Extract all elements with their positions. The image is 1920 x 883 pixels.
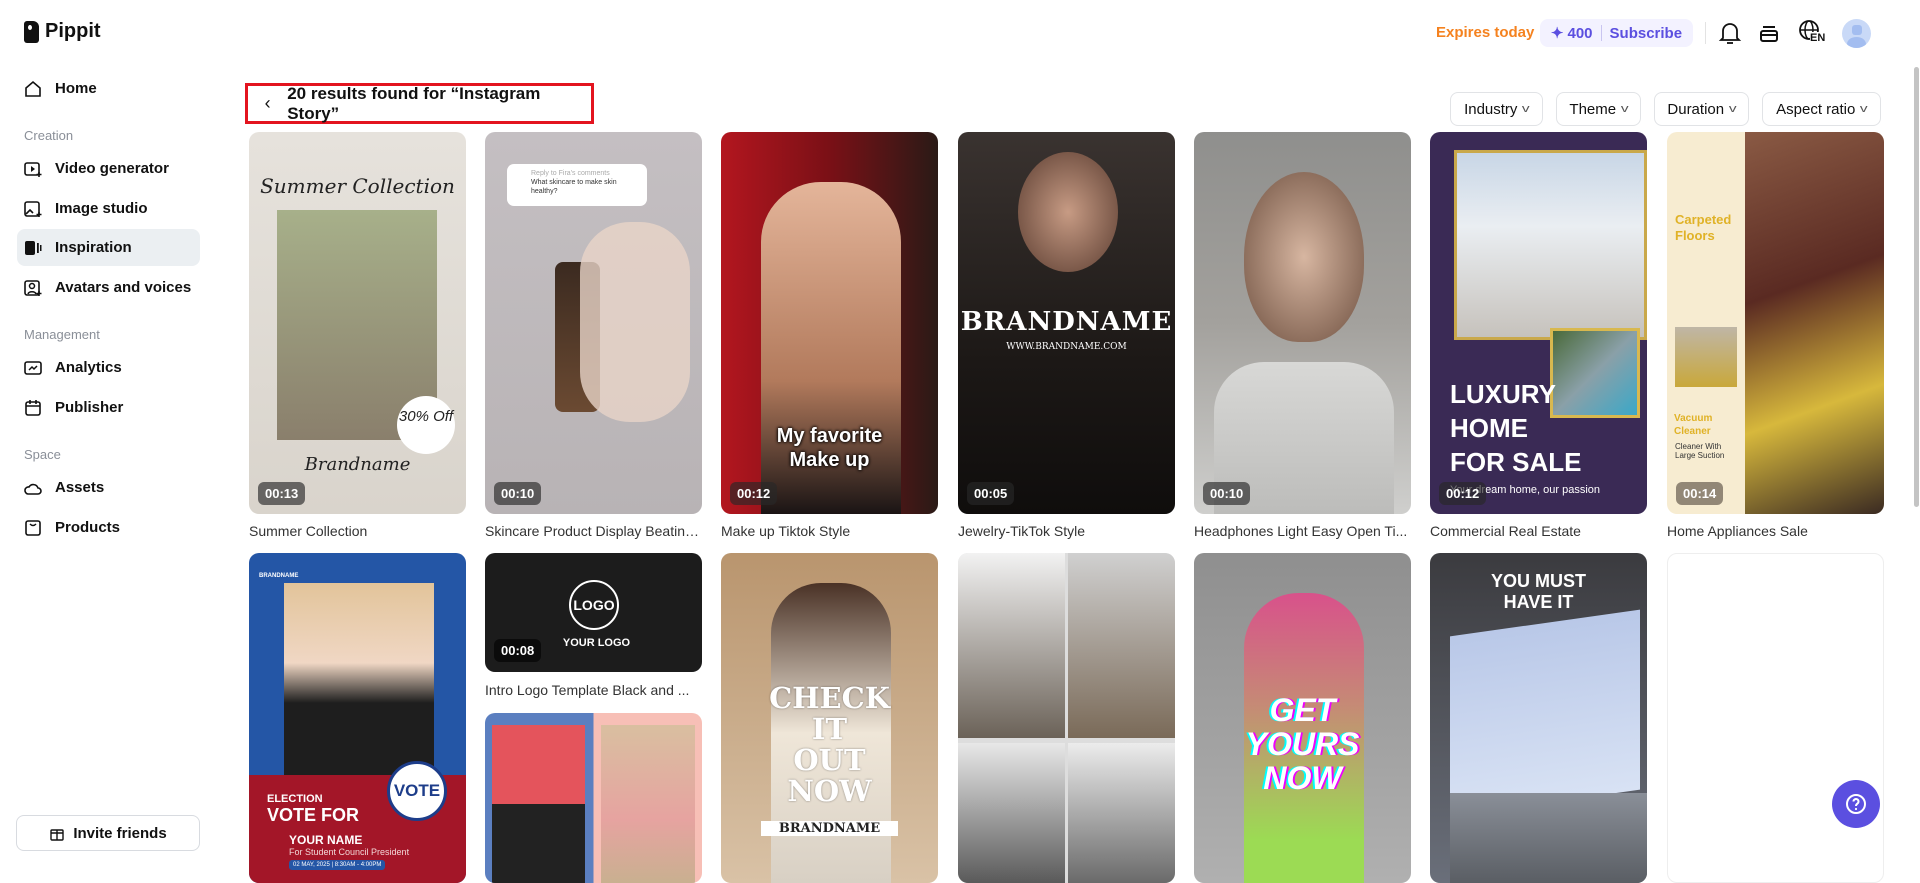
card-thumbnail — [1244, 172, 1364, 342]
card-title[interactable]: Intro Logo Template Black and ... — [485, 682, 702, 698]
language-button[interactable]: EN — [1798, 19, 1828, 47]
sidebar-item-inspiration[interactable]: Inspiration — [17, 229, 200, 266]
search-results-heading: ‹ 20 results found for “Instagram Story” — [245, 83, 594, 124]
template-card[interactable]: BRANDNAME VOTE ELECTION VOTE FOR YOUR NA… — [249, 553, 466, 883]
video-plus-icon — [24, 161, 42, 177]
sidebar-item-assets[interactable]: Assets — [17, 469, 200, 506]
analytics-icon — [24, 360, 42, 375]
template-card[interactable]: LOGO YOUR LOGO 00:08 — [485, 553, 702, 672]
sidebar-item-video-generator[interactable]: Video generator — [17, 150, 200, 187]
duration-badge: 00:13 — [258, 482, 306, 505]
filter-theme[interactable]: Theme v — [1556, 92, 1641, 126]
invite-friends-button[interactable]: Invite friends — [16, 815, 200, 851]
chevron-down-icon: v — [1728, 103, 1737, 115]
duration-badge: 00:05 — [967, 482, 1015, 505]
card-title[interactable]: Home Appliances Sale — [1667, 523, 1884, 539]
card-title[interactable]: Headphones Light Easy Open Ti... — [1194, 523, 1411, 539]
card-title[interactable]: Jewelry-TikTok Style — [958, 523, 1175, 539]
duration-badge: 00:08 — [494, 639, 542, 662]
template-card[interactable]: Summer Collection 30% Off Brandname 00:1… — [249, 132, 466, 514]
card-thumbnail — [1454, 150, 1647, 340]
sidebar-item-publisher[interactable]: Publisher — [17, 389, 200, 426]
chevron-down-icon: v — [1620, 103, 1629, 115]
logo-icon — [24, 20, 39, 43]
filter-industry[interactable]: Industry v — [1450, 92, 1543, 126]
wallet-icon[interactable] — [1756, 20, 1782, 46]
template-card[interactable]: 00:10 — [1194, 132, 1411, 514]
section-creation: Creation — [24, 128, 74, 143]
laptop-keyboard — [1450, 793, 1647, 883]
template-card[interactable]: Carpeted Floors Vacuum Cleaner Cleaner W… — [1667, 132, 1884, 514]
avatar-plus-icon — [24, 279, 42, 296]
card-thumbnail — [1745, 132, 1884, 514]
help-button[interactable] — [1832, 780, 1880, 828]
sidebar-item-products[interactable]: Products — [17, 509, 200, 546]
duration-badge: 00:10 — [1203, 482, 1251, 505]
template-card[interactable] — [485, 713, 702, 883]
box-icon — [25, 519, 41, 536]
divider — [1600, 25, 1602, 41]
card-thumbnail — [284, 583, 434, 783]
duration-badge: 00:14 — [1676, 482, 1724, 505]
question-icon — [1846, 794, 1866, 814]
inspiration-icon — [25, 240, 42, 255]
template-card[interactable] — [958, 553, 1175, 883]
hand — [580, 222, 690, 422]
duration-badge: 00:12 — [730, 482, 778, 505]
template-card[interactable]: YOU MUST HAVE IT — [1430, 553, 1647, 883]
section-space: Space — [24, 447, 61, 462]
card-title[interactable]: Commercial Real Estate — [1430, 523, 1647, 539]
home-icon — [25, 80, 41, 97]
sidebar-item-analytics[interactable]: Analytics — [17, 349, 200, 386]
back-chevron-icon[interactable]: ‹ — [248, 93, 287, 114]
duration-badge: 00:10 — [494, 482, 542, 505]
card-thumbnail — [492, 725, 585, 883]
filter-aspect-ratio[interactable]: Aspect ratio v — [1762, 92, 1881, 126]
card-title[interactable]: Make up Tiktok Style — [721, 523, 938, 539]
duration-badge: 00:12 — [1439, 482, 1487, 505]
card-thumbnail — [958, 743, 1065, 883]
filter-duration[interactable]: Duration v — [1654, 92, 1749, 126]
gift-icon — [50, 829, 65, 841]
template-card[interactable]: BRANDNAME WWW.BRANDNAME.COM 00:05 — [958, 132, 1175, 514]
subscribe-button[interactable]: Subscribe — [1610, 25, 1683, 42]
template-card[interactable]: CHECK IT OUT NOW BRANDNAME — [721, 553, 938, 883]
card-thumbnail — [1068, 743, 1175, 883]
card-thumbnail — [1450, 609, 1640, 817]
card-thumbnail — [601, 725, 695, 883]
credits-count: 400 — [1567, 24, 1593, 42]
sidebar-item-home[interactable]: Home — [17, 70, 200, 107]
pippit-logo[interactable]: Pippit — [24, 20, 101, 43]
template-card[interactable]: LUXURY HOME FOR SALE Your dream home, our … — [1430, 132, 1647, 514]
template-card-loading[interactable] — [1667, 553, 1884, 883]
chevron-down-icon: v — [1860, 103, 1868, 115]
bell-icon[interactable] — [1717, 20, 1743, 46]
sidebar-item-image-studio[interactable]: Image studio — [17, 190, 200, 227]
template-card[interactable]: My favorite Make up 00:12 — [721, 132, 938, 514]
credits-subscribe-pill[interactable]: ✦ 400 Subscribe — [1540, 19, 1693, 47]
expires-label: Expires today — [1436, 24, 1535, 41]
user-avatar[interactable] — [1842, 19, 1871, 48]
scrollbar[interactable] — [1914, 67, 1919, 507]
sidebar-item-avatars-and-voices[interactable]: Avatars and voices — [17, 269, 200, 306]
chevron-down-icon: v — [1522, 103, 1531, 115]
calendar-icon — [25, 399, 41, 416]
cloud-icon — [24, 483, 42, 495]
card-thumbnail — [1018, 152, 1118, 272]
card-title[interactable]: Skincare Product Display Beating... — [485, 523, 702, 539]
card-thumbnail — [1068, 553, 1175, 738]
template-card[interactable]: Reply to Fira's comments What skincare t… — [485, 132, 702, 514]
sparkle-icon: ✦ — [1550, 25, 1564, 42]
card-thumbnail — [958, 553, 1065, 738]
card-title[interactable]: Summer Collection — [249, 523, 466, 539]
vacuum-photo — [1675, 327, 1737, 387]
results-count-text: 20 results found for “Instagram Story” — [287, 83, 541, 123]
template-card[interactable]: GET YOURS NOW — [1194, 553, 1411, 883]
header-divider — [1705, 22, 1706, 44]
comment-bubble: Reply to Fira's comments What skincare t… — [507, 164, 647, 206]
image-plus-icon — [24, 200, 42, 217]
section-management: Management — [24, 327, 100, 342]
